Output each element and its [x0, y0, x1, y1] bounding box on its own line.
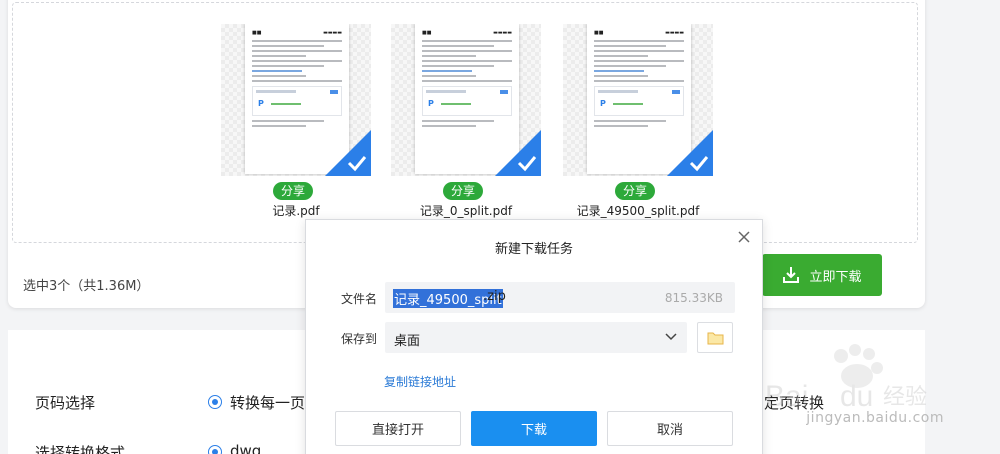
format-label: 选择转换格式	[35, 444, 126, 454]
watermark-url: jingyan.baidu.com	[806, 410, 944, 426]
open-directly-button[interactable]: 直接打开	[335, 411, 461, 446]
file-item[interactable]: ■■ ▬▬▬▬ P 分享 记录.pdf	[216, 24, 376, 229]
checked-corner-icon[interactable]	[495, 130, 541, 176]
saveto-label: 保存到	[341, 332, 378, 346]
format-option[interactable]: dwg	[230, 442, 261, 454]
file-size: 815.33KB	[664, 291, 723, 305]
pdf-thumbnail[interactable]: ■■ ▬▬▬▬ P	[221, 24, 371, 176]
chevron-down-icon	[665, 333, 677, 341]
cancel-button[interactable]: 取消	[607, 411, 733, 446]
close-icon[interactable]	[736, 229, 752, 245]
download-now-button[interactable]: 立即下载	[762, 254, 882, 296]
saveto-value: 桌面	[394, 334, 421, 349]
selection-summary: 选中3个（共1.36M）	[23, 279, 150, 294]
saveto-select[interactable]: 桌面	[385, 322, 687, 353]
dialog-title: 新建下载任务	[494, 242, 573, 257]
page: ■■ ▬▬▬▬ P 分享 记录.pdf ■■ ▬▬▬▬ P 分享 记录_0_spli…	[0, 0, 1000, 454]
pdf-thumbnail[interactable]: ■■ ▬▬▬▬ P	[563, 24, 713, 176]
download-button[interactable]: 下载	[471, 411, 597, 446]
copy-link-address[interactable]: 复制链接地址	[384, 373, 456, 390]
filename-extension: .zip	[483, 289, 506, 304]
download-now-label: 立即下载	[809, 269, 862, 285]
share-button[interactable]: 分享	[273, 182, 313, 200]
format-radio[interactable]	[208, 445, 222, 454]
share-button[interactable]: 分享	[615, 182, 655, 200]
file-name: 记录_0_split.pdf	[419, 204, 513, 218]
file-item[interactable]: ■■ ▬▬▬▬ P 分享 记录_0_split.pdf	[386, 24, 546, 229]
folder-icon	[707, 332, 724, 345]
share-button[interactable]: 分享	[443, 182, 483, 200]
checked-corner-icon[interactable]	[325, 130, 371, 176]
checked-corner-icon[interactable]	[667, 130, 713, 176]
pdf-thumbnail[interactable]: ■■ ▬▬▬▬ P	[391, 24, 541, 176]
file-item[interactable]: ■■ ▬▬▬▬ P 分享 记录_49500_split.pdf	[558, 24, 718, 229]
file-name: 记录_49500_split.pdf	[576, 204, 700, 218]
page-select-label: 页码选择	[35, 394, 96, 412]
download-icon	[783, 267, 800, 283]
page-select-option[interactable]: 转换每一页	[230, 392, 305, 413]
filename-label: 文件名	[341, 292, 378, 306]
filename-input[interactable]: 记录_49500_split .zip 815.33KB	[385, 282, 735, 313]
browse-folder-button[interactable]	[697, 322, 733, 353]
new-download-dialog: 新建下载任务 文件名 记录_49500_split .zip 815.33KB …	[305, 219, 763, 454]
page-select-radio[interactable]	[208, 395, 222, 409]
